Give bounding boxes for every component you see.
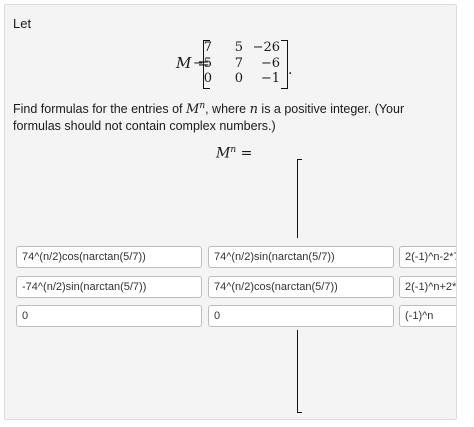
answer-field-r3c3[interactable]: (-1)^n bbox=[399, 305, 456, 327]
answer-field-r1c3[interactable]: 2(-1)^n-2*74^(n/2) bbox=[399, 246, 456, 268]
answer-matrix-left-bracket-bottom bbox=[297, 330, 302, 413]
answer-field-r2c1[interactable]: -74^(n/2)sin(narctan(5/7)) bbox=[16, 276, 202, 298]
answer-matrix-label: Mn = bbox=[216, 145, 253, 162]
question-panel: Let M = 7 5 −26 −5 7 −6 0 0 −1 . Find for… bbox=[4, 4, 457, 420]
matrix-entry: −26 bbox=[252, 40, 280, 55]
matrix-entry: −5 bbox=[192, 56, 212, 71]
matrix-entry: 0 bbox=[203, 71, 212, 86]
question-prompt: Find formulas for the entries of Mn, whe… bbox=[13, 101, 405, 134]
matrix-entry: −6 bbox=[260, 56, 280, 71]
matrix-right-bracket bbox=[281, 40, 288, 89]
answer-field-r1c2[interactable]: 74^(n/2)sin(narctan(5/7)) bbox=[208, 246, 394, 268]
matrix-entry: 7 bbox=[203, 40, 212, 55]
matrix-entry: 7 bbox=[234, 56, 243, 71]
answer-field-r3c1[interactable]: 0 bbox=[16, 305, 202, 327]
answer-matrix-left-bracket-top bbox=[297, 159, 302, 238]
answer-field-r3c2[interactable]: 0 bbox=[208, 305, 394, 327]
answer-field-r2c2[interactable]: 74^(n/2)cos(narctan(5/7)) bbox=[208, 276, 394, 298]
answer-field-r2c3[interactable]: 2(-1)^n+2*74^(n/2) bbox=[399, 276, 456, 298]
answer-field-r1c1[interactable]: 74^(n/2)cos(narctan(5/7)) bbox=[16, 246, 202, 268]
matrix-entry: 0 bbox=[234, 71, 243, 86]
matrix-entry: −1 bbox=[260, 71, 280, 86]
intro-text: Let bbox=[13, 16, 32, 31]
matrix-entry: 5 bbox=[234, 40, 243, 55]
matrix-period: . bbox=[288, 62, 293, 78]
